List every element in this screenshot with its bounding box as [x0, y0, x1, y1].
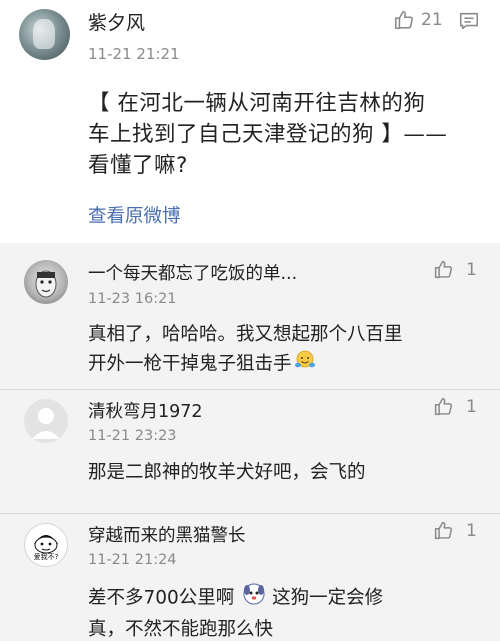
author-name[interactable]: 紫夕风 — [88, 8, 145, 35]
thumbs-up-icon — [393, 9, 415, 31]
thumbs-up-icon — [433, 396, 454, 417]
reply-author[interactable]: 一个每天都忘了吃饭的单... — [88, 260, 297, 285]
like-button[interactable]: 21 — [393, 9, 443, 31]
reply-text-line: 开外一枪干掉鬼子狙击手 — [88, 349, 483, 380]
reply-text-segment: 差不多700公里啊 — [88, 587, 235, 609]
thumbs-up-icon — [433, 520, 454, 541]
reply-author[interactable]: 清秋弯月1972 — [88, 398, 203, 423]
comment-text-line: 看懂了嘛? — [88, 153, 188, 178]
comment-icon[interactable] — [458, 10, 480, 36]
comment-time: 11-21 21:21 — [88, 45, 180, 63]
reply-text-line: 那是二郎神的牧羊犬好吧，会飞的 — [88, 462, 366, 483]
replies-list: 一个每天都忘了吃饭的单... 11-23 16:21 1 真相了，哈哈哈。我又想… — [0, 243, 500, 641]
reply-item: 清秋弯月1972 11-21 23:23 1 那是二郎神的牧羊犬好吧，会飞的 — [0, 390, 500, 514]
reply-text-segment: 这狗一定会修 — [272, 587, 384, 609]
reply-like-button[interactable]: 1 — [433, 259, 477, 280]
comment-text-line: 车上找到了自己天津登记的狗 】—— — [88, 122, 448, 147]
reply-like-button[interactable]: 1 — [433, 396, 477, 417]
dog-emoji-icon — [242, 582, 266, 615]
main-comment: 紫夕风 11-21 21:21 21 【 在河北一辆从河南开往吉林的狗 车上找到… — [0, 0, 500, 243]
reply-item: 爱我不? 穿越而来的黑猫警长 11-21 21:24 1 差不多700公里啊 这… — [0, 514, 500, 641]
reply-avatar[interactable] — [24, 399, 68, 443]
comment-text-line: 【 在河北一辆从河南开往吉林的狗 — [88, 91, 426, 116]
thumbs-up-icon — [433, 259, 454, 280]
reply-author[interactable]: 穿越而来的黑猫警长 — [88, 522, 246, 547]
reply-text: 真相了，哈哈哈。我又想起那个八百里 开外一枪干掉鬼子狙击手 — [88, 320, 483, 380]
view-original-weibo-link[interactable]: 查看原微博 — [88, 202, 181, 228]
reply-like-button[interactable]: 1 — [433, 520, 477, 541]
comment-text: 【 在河北一辆从河南开往吉林的狗 车上找到了自己天津登记的狗 】—— 看懂了嘛? — [88, 88, 483, 181]
reply-time: 11-21 23:23 — [88, 428, 177, 444]
reply-text-line: 真相了，哈哈哈。我又想起那个八百里 — [88, 324, 403, 345]
reply-time: 11-23 16:21 — [88, 291, 177, 307]
like-count: 21 — [421, 10, 443, 30]
reply-text: 那是二郎神的牧羊犬好吧，会飞的 — [88, 458, 483, 487]
avatar-caption: 爱我不? — [33, 553, 59, 561]
reply-avatar[interactable] — [24, 260, 68, 304]
hug-emoji-icon — [294, 349, 316, 380]
reply-text: 差不多700公里啊 这狗一定会修 真，不然不能跑那么快 — [88, 582, 483, 644]
reply-text-segment: 开外一枪干掉鬼子狙击手 — [88, 353, 292, 375]
reply-text-line: 差不多700公里啊 这狗一定会修 — [88, 582, 483, 615]
reply-like-count: 1 — [466, 259, 477, 280]
reply-like-count: 1 — [466, 520, 477, 541]
reply-like-count: 1 — [466, 396, 477, 417]
reply-item: 一个每天都忘了吃饭的单... 11-23 16:21 1 真相了，哈哈哈。我又想… — [0, 243, 500, 389]
reply-time: 11-21 21:24 — [88, 552, 177, 568]
reply-avatar[interactable]: 爱我不? — [24, 523, 68, 567]
reply-text-line: 真，不然不能跑那么快 — [88, 619, 274, 640]
author-avatar[interactable] — [19, 9, 70, 60]
